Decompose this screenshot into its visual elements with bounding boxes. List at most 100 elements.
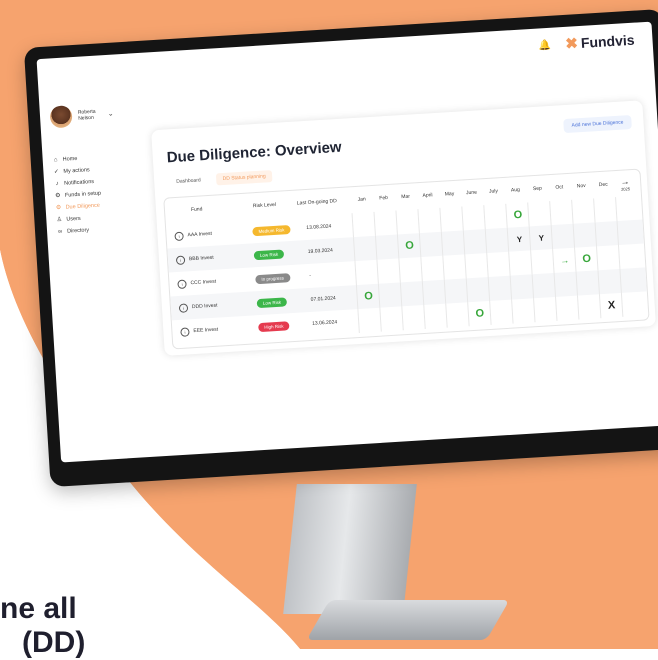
month-cell[interactable] [398,257,423,283]
fund-cell: i DDD Invest [178,294,218,320]
month-cell[interactable] [376,258,401,284]
month-cell[interactable]: O [505,202,530,228]
tab-dd-status-planning[interactable]: DD Status planning [216,170,273,186]
month-cell[interactable] [439,206,464,232]
col-header-month: June [465,189,478,197]
add-due-diligence-button[interactable]: Add new Due Diligence [563,114,632,134]
month-cell[interactable] [461,205,486,231]
top-bar: 🔔 ✖ Fundvis [37,22,654,94]
info-icon[interactable]: i [178,302,189,313]
month-cell[interactable] [354,259,379,286]
month-cell[interactable] [511,298,536,324]
month-cell[interactable] [615,195,640,222]
month-cell[interactable]: O [396,233,422,259]
user-profile[interactable]: Roberta Nelson ⌄ [49,103,114,129]
month-cell[interactable] [417,207,442,234]
info-icon[interactable]: i [175,255,186,265]
month-cell[interactable] [530,249,555,275]
brand-logo[interactable]: ✖ Fundvis [565,31,635,53]
monitor-bezel: 🔔 ✖ Fundvis Roberta Nelson ⌄ ⌂ Home ✓ My ac… [23,8,658,488]
month-cell[interactable] [487,275,513,302]
month-cell[interactable] [351,211,376,238]
month-cell[interactable] [484,227,510,254]
month-cell[interactable] [594,221,619,247]
month-cell[interactable] [395,209,420,235]
gear-icon: ⚙ [55,192,61,200]
month-cell[interactable] [593,197,618,223]
month-cell[interactable]: Y [528,225,554,251]
yes-marker: Y [538,233,545,243]
month-cell[interactable]: Y [506,226,532,252]
month-cell[interactable] [616,219,641,246]
month-cell[interactable] [553,271,578,297]
month-cell[interactable] [619,267,644,293]
sidebar-item-directory[interactable]: ∞ Directory [57,223,104,238]
info-icon[interactable]: i [180,326,190,337]
month-cell[interactable] [379,306,404,332]
chevron-down-icon[interactable]: ⌄ [108,110,114,118]
month-cell[interactable]: X [598,292,624,319]
month-cell[interactable]: O [467,300,492,327]
monitor-stand-base [306,600,510,640]
next-year-button[interactable]: → 2025 [613,170,637,197]
month-cell[interactable] [597,268,622,295]
info-icon[interactable]: i [177,278,187,289]
month-cell[interactable] [571,198,596,224]
tab-dashboard[interactable]: Dashboard [176,177,201,187]
month-cell[interactable] [352,235,378,262]
month-cell[interactable] [549,199,574,226]
month-cell[interactable] [377,282,403,308]
month-cell[interactable] [533,296,558,323]
col-header-month: April [422,192,433,199]
col-header-month: Dec [598,181,608,189]
month-cell[interactable] [462,229,488,255]
month-cell[interactable] [442,254,467,280]
col-header-risk: Risk Level [252,201,277,210]
month-cell[interactable] [527,201,552,227]
month-cell[interactable] [418,231,444,258]
month-cell[interactable]: O [574,246,599,272]
month-cell[interactable] [445,302,470,328]
risk-badge: Low Risk [253,248,285,260]
month-cell[interactable] [357,307,382,334]
month-cell[interactable] [464,253,489,279]
caption-line-1: ne all [0,592,77,625]
month-cell[interactable]: → [552,247,577,274]
month-cell[interactable] [486,251,511,278]
month-cell[interactable] [508,250,533,276]
month-cell[interactable] [575,270,600,296]
month-cell[interactable] [531,272,557,299]
month-cell[interactable] [576,294,602,320]
month-cell[interactable] [596,244,621,271]
tabs: Dashboard DD Status planning [176,170,273,188]
month-cell[interactable] [421,279,447,306]
month-cell[interactable] [483,203,508,230]
month-cell[interactable] [443,278,469,304]
month-cell[interactable] [423,303,448,329]
month-cell[interactable] [509,274,535,300]
bell-icon[interactable]: 🔔 [538,40,551,52]
month-cell[interactable] [440,230,466,256]
month-cell[interactable] [399,281,425,307]
user-last-name: Nelson [78,114,94,122]
month-cell[interactable] [420,255,445,282]
arrow-right-icon: → [560,255,570,266]
completed-marker: O [513,208,523,222]
month-cell[interactable]: O [355,283,381,310]
month-cell[interactable] [489,299,514,325]
month-cell[interactable] [572,222,598,248]
risk-cell: Medium Risk [252,217,291,243]
month-cell[interactable] [550,223,576,250]
month-cell[interactable] [401,304,426,331]
info-icon[interactable]: i [174,231,184,241]
month-cell[interactable] [620,291,646,317]
month-cell[interactable] [555,295,580,321]
month-cell[interactable] [617,243,643,269]
month-cell[interactable] [374,234,400,260]
completed-marker: O [404,239,415,253]
completed-marker: O [364,290,374,303]
month-cell[interactable] [465,276,491,303]
month-cell[interactable] [373,210,398,236]
sidebar-item-label: Directory [66,227,90,235]
dd-table: Fund Risk Level Last On-going DD Jan Feb M… [163,168,650,350]
